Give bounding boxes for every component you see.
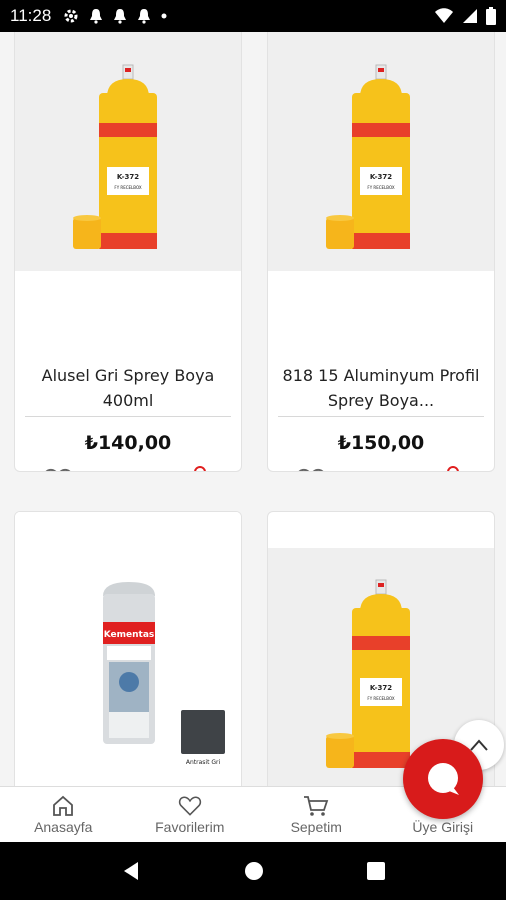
bell-icon xyxy=(90,9,103,24)
divider xyxy=(25,416,231,417)
spray-can-image: Kementas Antrasit Gri xyxy=(15,512,241,786)
product-grid: K-372 FY RECELBOX Alusel Gri Sprey Boya … xyxy=(0,32,506,786)
bell-icon xyxy=(138,9,151,24)
brand-text: Kementas xyxy=(104,630,155,640)
can-code-text: K-372 xyxy=(117,173,139,181)
add-to-cart-bag-icon[interactable] xyxy=(187,465,213,472)
product-title[interactable]: Alusel Gri Sprey Boya 400ml xyxy=(23,363,233,413)
can-sub-text: FY RECELBOX xyxy=(367,185,394,190)
nav-label: Sepetim xyxy=(290,818,342,835)
live-chat-button[interactable] xyxy=(403,739,483,819)
chevron-up-icon xyxy=(470,739,488,751)
can-sub-text: FY RECELBOX xyxy=(367,696,394,701)
home-circle-icon[interactable] xyxy=(243,860,265,882)
app-screen: 11:28 K-372 FY RECELBOX Alusel Gri Sprey… xyxy=(0,0,506,900)
status-time: 11:28 xyxy=(10,6,52,25)
bell-icon xyxy=(114,9,127,24)
back-icon[interactable] xyxy=(120,860,142,882)
dot-icon xyxy=(161,13,167,19)
divider xyxy=(278,416,484,417)
home-icon xyxy=(53,795,74,816)
nav-label: Favorilerim xyxy=(155,818,225,835)
settings-icon xyxy=(64,9,78,23)
product-price: ₺140,00 xyxy=(84,432,172,454)
product-image[interactable]: K-372 FY RECELBOX xyxy=(268,32,494,271)
favorite-heart-icon[interactable] xyxy=(43,467,73,472)
recents-icon[interactable] xyxy=(366,861,386,881)
product-image[interactable]: K-372 FY RECELBOX xyxy=(15,32,241,271)
product-card[interactable]: K-372 FY RECELBOX Alusel Gri Sprey Boya … xyxy=(14,32,242,472)
nav-item-cart[interactable]: Sepetim xyxy=(253,787,380,842)
can-code-text: K-372 xyxy=(370,173,392,181)
nav-label: Üye Girişi xyxy=(412,818,474,835)
status-system-icons xyxy=(434,7,496,25)
wifi-icon xyxy=(435,8,453,23)
spray-can-image: K-372 FY RECELBOX xyxy=(268,32,494,271)
status-notification-icons xyxy=(63,8,167,24)
heart-icon xyxy=(178,795,201,816)
cart-icon xyxy=(304,795,329,816)
product-card[interactable]: Kementas Antrasit Gri xyxy=(14,511,242,786)
can-sub-text: FY RECELBOX xyxy=(114,185,141,190)
product-card[interactable]: K-372 FY RECELBOX 818 15 Aluminyum Profi… xyxy=(267,32,495,472)
favorite-heart-icon[interactable] xyxy=(296,467,326,472)
product-image[interactable]: Kementas Antrasit Gri xyxy=(15,512,241,786)
chat-bubble-icon xyxy=(428,763,459,795)
product-price: ₺150,00 xyxy=(337,432,425,454)
swatch-label: Antrasit Gri xyxy=(186,759,221,766)
nav-label: Anasayfa xyxy=(34,818,93,835)
nav-item-favorites[interactable]: Favorilerim xyxy=(127,787,254,842)
signal-icon xyxy=(463,9,477,23)
add-to-cart-bag-icon[interactable] xyxy=(440,465,466,472)
status-bar: 11:28 xyxy=(0,0,506,32)
can-code-text: K-372 xyxy=(370,684,392,692)
product-title[interactable]: 818 15 Aluminyum Profil Sprey Boya... xyxy=(276,363,486,413)
spray-can-image: K-372 FY RECELBOX xyxy=(15,32,241,271)
nav-item-home[interactable]: Anasayfa xyxy=(0,787,127,842)
battery-icon xyxy=(486,7,496,25)
system-navigation-bar xyxy=(0,842,506,900)
